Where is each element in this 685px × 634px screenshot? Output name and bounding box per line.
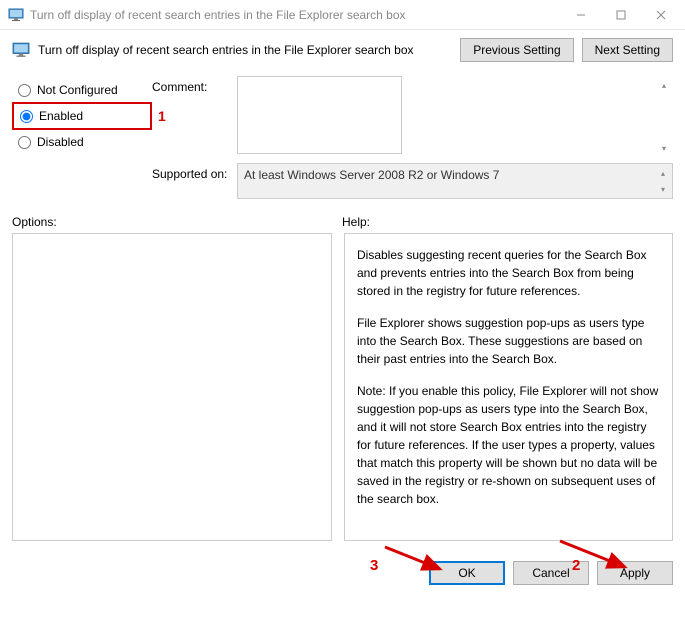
close-button[interactable] bbox=[641, 1, 681, 29]
ok-button[interactable]: OK bbox=[429, 561, 505, 585]
window-title: Turn off display of recent search entrie… bbox=[30, 8, 561, 22]
maximize-button[interactable] bbox=[601, 1, 641, 29]
radio-not-configured-input[interactable] bbox=[18, 84, 31, 97]
comment-area: Comment: ▴ ▾ Supported on: At least Wind… bbox=[152, 76, 673, 199]
scroll-up-icon[interactable]: ▴ bbox=[657, 78, 671, 92]
radio-disabled[interactable]: Disabled bbox=[12, 130, 152, 154]
window-controls bbox=[561, 1, 681, 29]
config-row: Not Configured Enabled 1 Disabled Commen… bbox=[12, 76, 673, 199]
annotation-2: 2 bbox=[572, 557, 580, 574]
help-panel: Disables suggesting recent queries for t… bbox=[344, 233, 673, 541]
help-paragraph-2: File Explorer shows suggestion pop-ups a… bbox=[357, 314, 660, 368]
annotation-1: 1 bbox=[158, 108, 166, 124]
options-label: Options: bbox=[12, 215, 342, 229]
annotation-3: 3 bbox=[370, 557, 378, 574]
help-label: Help: bbox=[342, 215, 370, 229]
header-row: Turn off display of recent search entrie… bbox=[12, 38, 673, 62]
scroll-down-icon[interactable]: ▾ bbox=[656, 182, 670, 196]
content-area: Turn off display of recent search entrie… bbox=[0, 30, 685, 549]
supported-value-box: At least Windows Server 2008 R2 or Windo… bbox=[237, 163, 673, 199]
scroll-up-icon[interactable]: ▴ bbox=[656, 166, 670, 180]
radio-not-configured[interactable]: Not Configured bbox=[12, 78, 152, 102]
radio-enabled[interactable]: Enabled 1 bbox=[12, 102, 152, 130]
next-setting-button[interactable]: Next Setting bbox=[582, 38, 673, 62]
panels-header: Options: Help: bbox=[12, 215, 673, 229]
radio-enabled-label: Enabled bbox=[39, 109, 83, 123]
comment-row: Comment: ▴ ▾ bbox=[152, 76, 673, 157]
footer: 3 2 OK Cancel Apply bbox=[0, 549, 685, 597]
supported-value: At least Windows Server 2008 R2 or Windo… bbox=[244, 168, 499, 182]
minimize-button[interactable] bbox=[561, 1, 601, 29]
apply-button[interactable]: Apply bbox=[597, 561, 673, 585]
radio-disabled-input[interactable] bbox=[18, 136, 31, 149]
comment-input[interactable] bbox=[237, 76, 402, 154]
policy-title: Turn off display of recent search entrie… bbox=[38, 43, 452, 57]
scroll-down-icon[interactable]: ▾ bbox=[657, 141, 671, 155]
radio-not-configured-label: Not Configured bbox=[37, 83, 118, 97]
help-paragraph-3: Note: If you enable this policy, File Ex… bbox=[357, 382, 660, 508]
state-radio-group: Not Configured Enabled 1 Disabled bbox=[12, 76, 152, 199]
policy-window-icon bbox=[8, 7, 24, 23]
policy-icon bbox=[12, 41, 30, 59]
comment-label: Comment: bbox=[152, 76, 237, 94]
options-panel bbox=[12, 233, 332, 541]
panels-row: Disables suggesting recent queries for t… bbox=[12, 233, 673, 541]
previous-setting-button[interactable]: Previous Setting bbox=[460, 38, 573, 62]
help-paragraph-1: Disables suggesting recent queries for t… bbox=[357, 246, 660, 300]
titlebar: Turn off display of recent search entrie… bbox=[0, 0, 685, 30]
radio-enabled-input[interactable] bbox=[20, 110, 33, 123]
radio-disabled-label: Disabled bbox=[37, 135, 84, 149]
supported-row: Supported on: At least Windows Server 20… bbox=[152, 163, 673, 199]
supported-label: Supported on: bbox=[152, 163, 237, 181]
